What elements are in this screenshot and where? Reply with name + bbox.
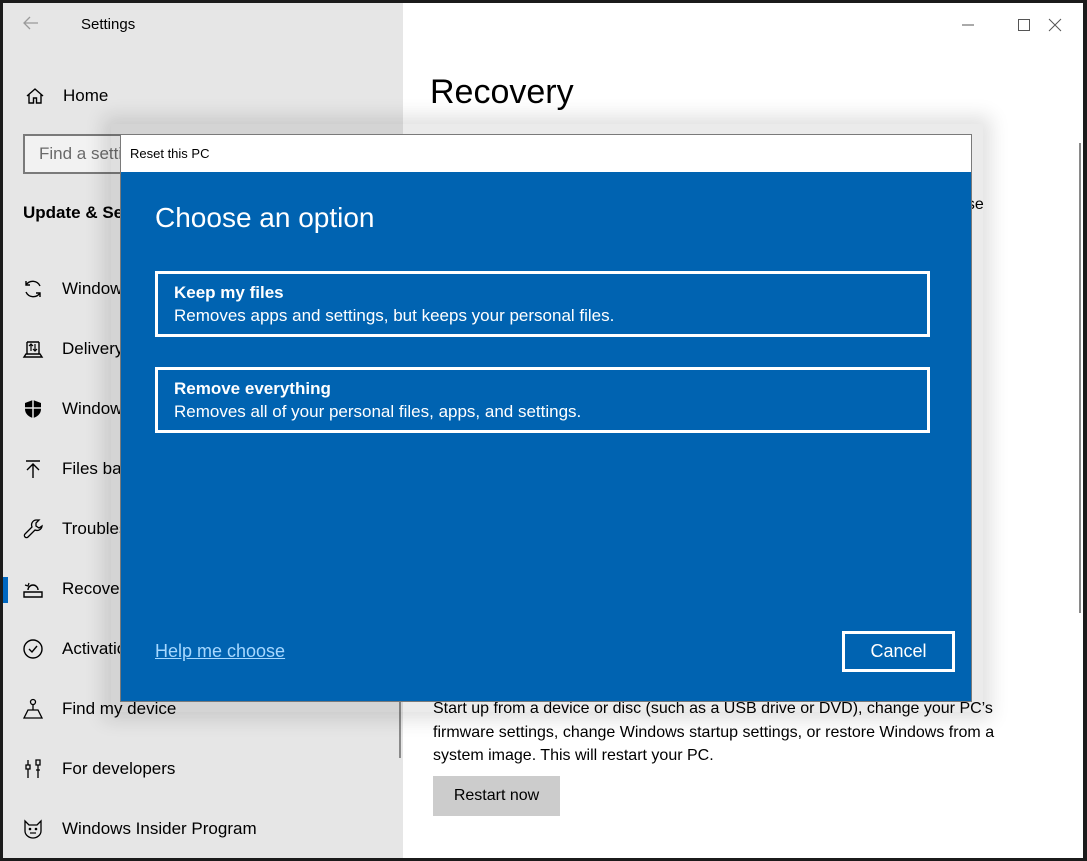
dialog-titlebar: Reset this PC	[121, 135, 971, 172]
selected-indicator	[3, 577, 8, 603]
page-title: Recovery	[430, 73, 574, 111]
developer-tools-icon	[21, 757, 45, 781]
dialog-title: Reset this PC	[130, 146, 210, 161]
minimize-button[interactable]	[940, 3, 996, 47]
insider-cat-icon	[21, 817, 45, 841]
content-scrollbar[interactable]	[1079, 143, 1081, 613]
home-icon	[23, 86, 47, 106]
close-button[interactable]	[1027, 3, 1083, 47]
sync-icon	[21, 277, 45, 301]
back-button[interactable]	[21, 13, 45, 37]
delivery-optimization-icon	[21, 337, 45, 361]
dialog-heading: Choose an option	[155, 202, 375, 233]
upload-icon	[21, 457, 45, 481]
option-title: Keep my files	[174, 283, 284, 302]
cancel-button[interactable]: Cancel	[842, 631, 955, 672]
check-circle-icon	[21, 637, 45, 661]
reset-pc-dialog: Reset this PC Choose an option Keep my f…	[120, 134, 972, 702]
sidebar-item-label: Windows Insider Program	[62, 819, 257, 838]
sidebar-item-for-developers[interactable]: For developers	[3, 749, 403, 789]
sidebar-home[interactable]: Home	[23, 83, 108, 109]
restart-now-button[interactable]: Restart now	[433, 776, 560, 816]
minimize-icon	[962, 24, 974, 26]
option-description: Removes apps and settings, but keeps you…	[174, 306, 615, 325]
option-description: Removes all of your personal files, apps…	[174, 402, 582, 421]
app-title: Settings	[81, 16, 136, 33]
sidebar-item-label: For developers	[62, 759, 176, 778]
sidebar-item-windows-insider-program[interactable]: Windows Insider Program	[3, 809, 403, 849]
close-icon	[1048, 18, 1062, 32]
settings-window: Settings Home Find a setting Update & Se…	[3, 3, 1083, 858]
remove-everything-option[interactable]: Remove everything Removes all of your pe…	[155, 367, 930, 433]
shield-icon	[21, 397, 45, 421]
keep-my-files-option[interactable]: Keep my files Removes apps and settings,…	[155, 271, 930, 337]
option-title: Remove everything	[174, 379, 331, 398]
home-label: Home	[63, 86, 109, 105]
recovery-icon	[21, 577, 45, 601]
wrench-icon	[21, 517, 45, 541]
help-me-choose-link[interactable]: Help me choose	[155, 641, 285, 662]
back-arrow-icon	[23, 16, 38, 30]
find-device-icon	[21, 697, 45, 721]
